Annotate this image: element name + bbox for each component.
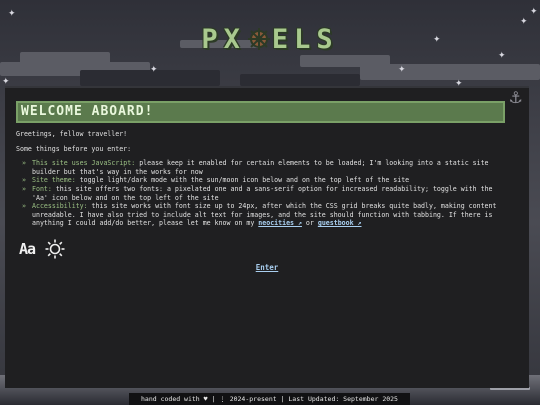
logo-text-right: ELS [271, 24, 339, 55]
cloud [360, 64, 540, 80]
sun-icon[interactable] [45, 239, 65, 259]
note-heading: Accessibility: [32, 202, 88, 211]
cloud [240, 74, 360, 86]
star: ✦ [398, 65, 406, 75]
bullet-icon: » [22, 159, 26, 168]
guestbook-link[interactable]: guestbook ↗ [318, 219, 362, 227]
list-item: » Site theme: toggle light/dark mode wit… [16, 176, 511, 185]
star: ✦ [8, 9, 16, 19]
logo-text-left: PX [201, 24, 246, 55]
star: ✦ [530, 7, 538, 17]
bullet-icon: » [22, 184, 26, 193]
notes-list: » This site uses JavaScript: please keep… [16, 159, 511, 228]
welcome-content: Greetings, fellow traveller! Some things… [16, 130, 511, 228]
enter-container: Enter [5, 263, 529, 272]
neocities-link[interactable]: neocities ↗ [258, 219, 302, 227]
star: ✦ [150, 65, 158, 75]
font-toggle-button[interactable]: Aa [19, 240, 36, 258]
note-text: this site offers two fonts: a pixelated … [32, 184, 493, 202]
site-logo[interactable]: PX ELS [0, 24, 540, 55]
ship-wheel-icon [247, 28, 270, 50]
welcome-panel: ⚓ WELCOME ABOARD! Greetings, fellow trav… [5, 86, 529, 388]
welcome-header: WELCOME ABOARD! [16, 101, 505, 123]
enter-link[interactable]: Enter [256, 263, 279, 272]
note-heading: Site theme: [32, 176, 76, 185]
site-footer: hand coded with ♥ | ⋮ 2024-present | Las… [129, 393, 410, 405]
anchor-icon: ⚓ [508, 88, 523, 107]
bullet-icon: » [22, 176, 26, 185]
list-item: » Accessibility: this site works with fo… [16, 202, 511, 228]
note-heading: This site uses JavaScript: [32, 159, 136, 168]
list-item: » This site uses JavaScript: please keep… [16, 159, 511, 176]
preference-toggles: Aa [19, 239, 65, 259]
lead-text: Some things before you enter: [16, 144, 132, 153]
note-heading: Font: [32, 184, 52, 193]
note-text: toggle light/dark mode with the sun/moon… [75, 176, 410, 185]
list-item: » Font: this site offers two fonts: a pi… [16, 185, 511, 202]
note-text-mid: or [301, 219, 318, 228]
page-title: WELCOME ABOARD! [21, 104, 154, 119]
greeting-text: Greetings, fellow traveller! [16, 130, 128, 138]
bullet-icon: » [22, 202, 26, 211]
